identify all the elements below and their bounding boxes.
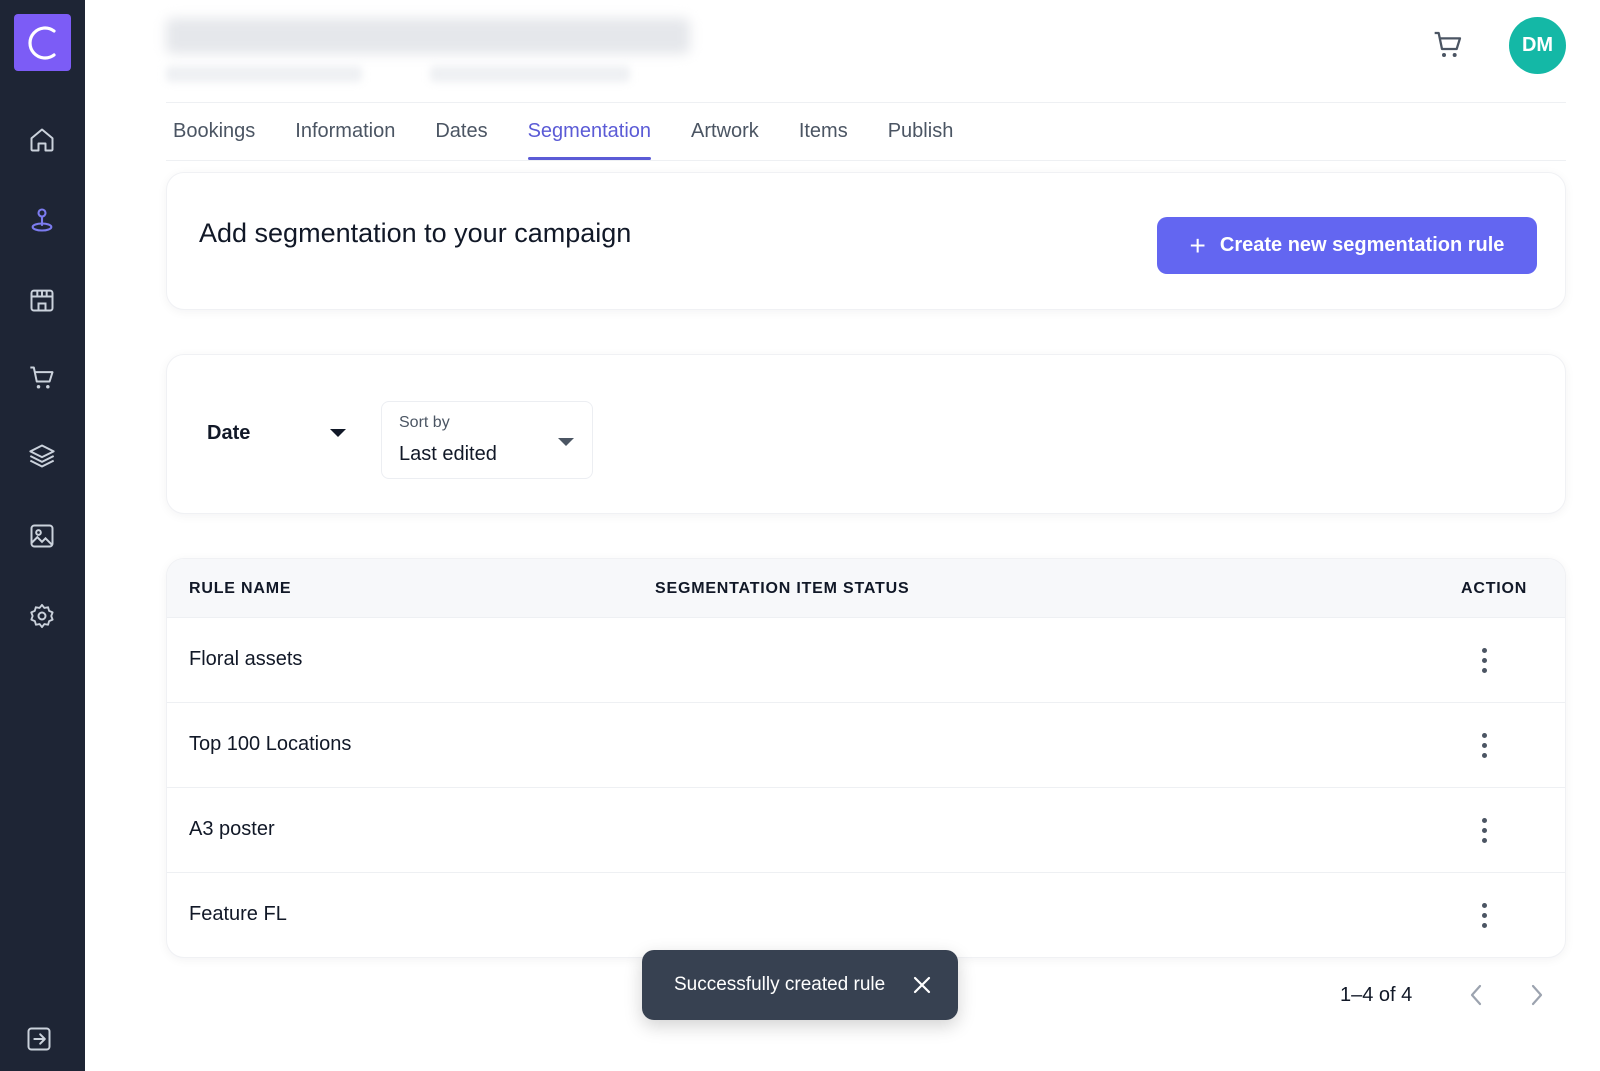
campaign-title-redacted xyxy=(166,18,690,54)
logo-c-icon xyxy=(27,25,56,60)
toast-message: Successfully created rule xyxy=(674,974,886,995)
tab-dates[interactable]: Dates xyxy=(435,118,487,160)
tab-artwork[interactable]: Artwork xyxy=(691,118,759,160)
cart-icon xyxy=(30,366,54,389)
rule-name: A3 poster xyxy=(189,818,275,840)
sidebar-item-campaigns[interactable] xyxy=(22,200,62,240)
header-divider xyxy=(166,102,1566,103)
row-actions-menu-icon[interactable] xyxy=(1467,898,1501,932)
cart-icon xyxy=(1434,31,1462,57)
campaign-pin-icon xyxy=(31,208,53,232)
filter-card: Date Sort by Last edited xyxy=(166,354,1566,514)
pagination-range: 1–4 of 4 xyxy=(1340,984,1413,1006)
table-row[interactable]: Top 100 Locations xyxy=(167,702,1565,787)
caret-down-icon xyxy=(558,438,574,446)
store-icon xyxy=(30,289,54,312)
sidebar-item-settings[interactable] xyxy=(22,596,62,636)
sidebar xyxy=(0,0,85,1071)
column-header-action: ACTION xyxy=(1461,580,1528,597)
date-filter-label: Date xyxy=(207,421,251,444)
row-actions-menu-icon[interactable] xyxy=(1467,813,1501,847)
pagination-prev-button[interactable] xyxy=(1461,980,1491,1010)
rule-name: Top 100 Locations xyxy=(189,733,352,755)
column-header-rule-name: RULE NAME xyxy=(189,580,292,597)
app-logo[interactable] xyxy=(14,14,71,71)
layers-icon xyxy=(29,444,55,468)
success-toast: Successfully created rule xyxy=(642,950,958,1020)
toast-close-button[interactable] xyxy=(910,973,934,997)
sort-by-value: Last edited xyxy=(399,443,497,465)
close-icon xyxy=(913,976,931,994)
sidebar-item-stores[interactable] xyxy=(22,280,62,320)
table-row[interactable]: A3 poster xyxy=(167,787,1565,872)
tabs-divider xyxy=(166,160,1566,161)
chevron-left-icon xyxy=(1470,984,1482,1006)
sidebar-item-layers[interactable] xyxy=(22,436,62,476)
settings-icon xyxy=(30,603,54,629)
sidebar-logout-button[interactable] xyxy=(19,1019,59,1059)
sidebar-item-images[interactable] xyxy=(22,516,62,556)
campaign-meta-redacted xyxy=(430,66,630,82)
tab-items[interactable]: Items xyxy=(799,118,848,160)
table-header: RULE NAME SEGMENTATION ITEM STATUS ACTIO… xyxy=(167,559,1565,617)
pagination-next-button[interactable] xyxy=(1522,980,1552,1010)
sidebar-item-home[interactable] xyxy=(22,120,62,160)
page-heading: Add segmentation to your campaign xyxy=(199,218,632,248)
user-avatar[interactable]: DM xyxy=(1509,17,1566,74)
sort-by-select[interactable]: Sort by Last edited xyxy=(381,401,593,479)
tab-information[interactable]: Information xyxy=(295,118,395,160)
tab-bookings[interactable]: Bookings xyxy=(173,118,255,160)
tab-segmentation[interactable]: Segmentation xyxy=(527,118,652,160)
sidebar-item-orders[interactable] xyxy=(22,358,62,398)
home-icon xyxy=(30,128,54,152)
logout-icon xyxy=(27,1027,51,1051)
segmentation-header-card: Add segmentation to your campaign + Crea… xyxy=(166,172,1566,310)
header-cart-button[interactable] xyxy=(1432,29,1464,61)
sort-by-label: Sort by xyxy=(399,414,450,431)
row-actions-menu-icon[interactable] xyxy=(1467,728,1501,762)
rule-name: Feature FL xyxy=(189,903,287,925)
caret-down-icon xyxy=(330,429,346,437)
create-button-label: Create new segmentation rule xyxy=(1219,234,1505,256)
chevron-right-icon xyxy=(1531,984,1543,1006)
column-header-status: SEGMENTATION ITEM STATUS xyxy=(655,580,910,597)
row-actions-menu-icon[interactable] xyxy=(1467,643,1501,677)
table-row[interactable]: Feature FL xyxy=(167,872,1565,957)
table-row[interactable]: Floral assets xyxy=(167,617,1565,702)
image-icon xyxy=(30,524,54,548)
tab-publish[interactable]: Publish xyxy=(888,118,954,160)
plus-icon: + xyxy=(1189,229,1206,261)
campaign-meta-redacted xyxy=(166,66,362,82)
campaign-tabs: Bookings Information Dates Segmentation … xyxy=(173,118,953,160)
rules-table: RULE NAME SEGMENTATION ITEM STATUS ACTIO… xyxy=(166,558,1566,958)
create-segmentation-rule-button[interactable]: + Create new segmentation rule xyxy=(1157,217,1537,274)
date-filter-select[interactable]: Date xyxy=(207,415,347,451)
rule-name: Floral assets xyxy=(189,648,303,670)
